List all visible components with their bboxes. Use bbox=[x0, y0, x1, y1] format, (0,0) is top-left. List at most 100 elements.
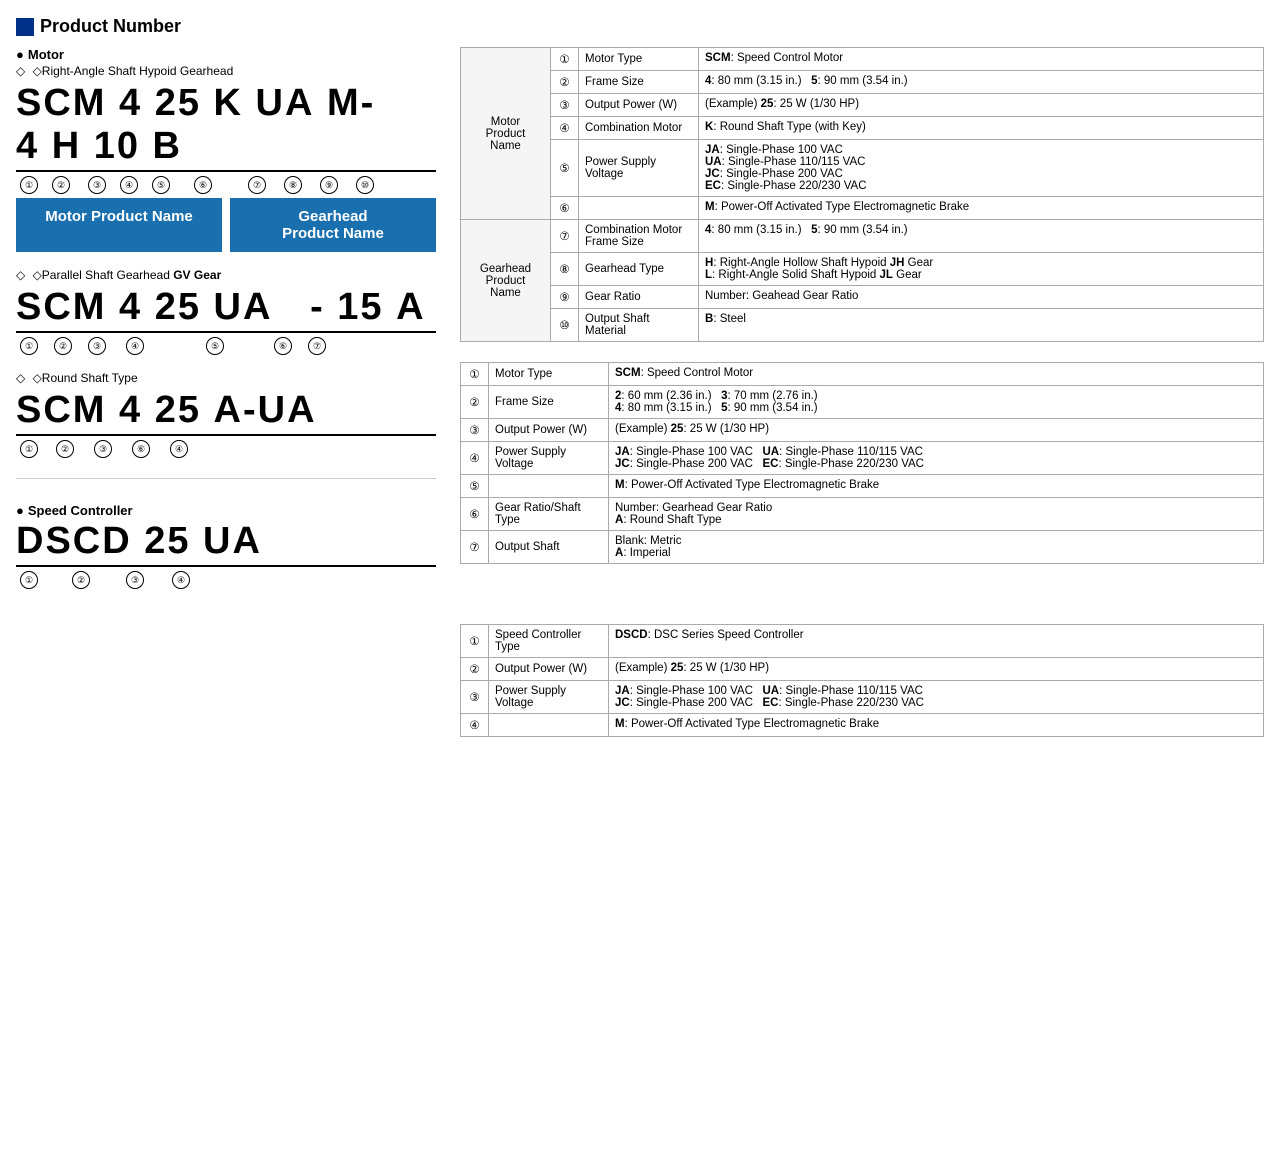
right-angle-code: SCM 4 25 K UA M-4 H 10 B bbox=[16, 82, 375, 167]
table-row: MotorProductName ① Motor Type SCM: Speed… bbox=[461, 48, 1264, 71]
table-row: ④ M: Power-Off Activated Type Electromag… bbox=[461, 714, 1264, 737]
p-circle-7: ⑦ bbox=[308, 337, 326, 355]
num-cell: ① bbox=[551, 48, 579, 71]
right-angle-code-section: SCM 4 25 K UA M-4 H 10 B ① ② ③ ④ ⑤ ⑥ ⑦ ⑧… bbox=[16, 82, 436, 252]
num-cell: ④ bbox=[461, 714, 489, 737]
table-row: ③ Output Power (W) (Example) 25: 25 W (1… bbox=[461, 419, 1264, 442]
r-circle-4: ④ bbox=[170, 440, 188, 458]
key-cell: Speed ControllerType bbox=[489, 625, 609, 658]
gearhead-product-name-group: GearheadProductName bbox=[461, 220, 551, 342]
s-circle-2: ② bbox=[72, 571, 90, 589]
key-cell bbox=[579, 197, 699, 220]
p-circle-3: ③ bbox=[88, 337, 106, 355]
num-cell: ① bbox=[461, 363, 489, 386]
parallel-table: ① Motor Type SCM: Speed Control Motor ② … bbox=[460, 362, 1264, 564]
num-cell: ② bbox=[461, 386, 489, 419]
num-cell: ① bbox=[461, 625, 489, 658]
table-row: ⑤ M: Power-Off Activated Type Electromag… bbox=[461, 475, 1264, 498]
round-shaft-code-section: SCM 4 25 A-UA ① ② ③ ⑥ ④ bbox=[16, 389, 436, 458]
speed-circles: ① ② ③ ④ bbox=[16, 571, 436, 589]
circle-9: ⑨ bbox=[320, 176, 338, 194]
table-row: ② Frame Size 2: 60 mm (2.36 in.) 3: 70 m… bbox=[461, 386, 1264, 419]
value-cell: SCM: Speed Control Motor bbox=[609, 363, 1264, 386]
value-cell: B: Steel bbox=[699, 309, 1264, 342]
num-cell: ③ bbox=[551, 94, 579, 117]
table-row: ③ Output Power (W) (Example) 25: 25 W (1… bbox=[461, 94, 1264, 117]
key-cell: Power Supply Voltage bbox=[579, 140, 699, 197]
num-cell: ⑦ bbox=[551, 220, 579, 253]
key-cell: Frame Size bbox=[489, 386, 609, 419]
table-row: ⑤ Power Supply Voltage JA: Single-Phase … bbox=[461, 140, 1264, 197]
table-row: ⑥ M: Power-Off Activated Type Electromag… bbox=[461, 197, 1264, 220]
table-row: ① Speed ControllerType DSCD: DSC Series … bbox=[461, 625, 1264, 658]
value-cell: Number: Geahead Gear Ratio bbox=[699, 286, 1264, 309]
table-row: ⑧ Gearhead Type H: Right-Angle Hollow Sh… bbox=[461, 253, 1264, 286]
value-cell: K: Round Shaft Type (with Key) bbox=[699, 117, 1264, 140]
num-cell: ② bbox=[461, 658, 489, 681]
right-angle-circles: ① ② ③ ④ ⑤ ⑥ ⑦ ⑧ ⑨ ⑩ bbox=[16, 176, 436, 194]
table-row: GearheadProductName ⑦ Combination MotorF… bbox=[461, 220, 1264, 253]
num-cell: ③ bbox=[461, 681, 489, 714]
motor-product-name-group: MotorProductName bbox=[461, 48, 551, 220]
value-cell: M: Power-Off Activated Type Electromagne… bbox=[699, 197, 1264, 220]
key-cell: Power Supply Voltage bbox=[489, 442, 609, 475]
table-row: ⑨ Gear Ratio Number: Geahead Gear Ratio bbox=[461, 286, 1264, 309]
circle-6: ⑥ bbox=[194, 176, 212, 194]
parallel-code: SCM 4 25 UA - 15 A bbox=[16, 286, 426, 328]
value-cell: JA: Single-Phase 100 VAC UA: Single-Phas… bbox=[609, 442, 1264, 475]
value-cell: (Example) 25: 25 W (1/30 HP) bbox=[699, 94, 1264, 117]
key-cell: Motor Type bbox=[579, 48, 699, 71]
key-cell bbox=[489, 475, 609, 498]
key-cell: Combination MotorFrame Size bbox=[579, 220, 699, 253]
circle-5: ⑤ bbox=[152, 176, 170, 194]
table-row: ④ Combination Motor K: Round Shaft Type … bbox=[461, 117, 1264, 140]
speed-controller-section: Speed Controller DSCD 25 UA ① ② ③ ④ bbox=[16, 503, 436, 589]
key-cell: Gear Ratio bbox=[579, 286, 699, 309]
circle-3: ③ bbox=[88, 176, 106, 194]
table-row: ② Frame Size 4: 80 mm (3.15 in.) 5: 90 m… bbox=[461, 71, 1264, 94]
parallel-label: ◇Parallel Shaft Gearhead GV Gear bbox=[16, 268, 436, 282]
motor-product-name-box: Motor Product Name bbox=[16, 198, 222, 252]
num-cell: ⑥ bbox=[551, 197, 579, 220]
s-circle-4: ④ bbox=[172, 571, 190, 589]
label-boxes: Motor Product Name Gearhead Product Name bbox=[16, 198, 436, 252]
num-cell: ⑩ bbox=[551, 309, 579, 342]
value-cell: 4: 80 mm (3.15 in.) 5: 90 mm (3.54 in.) bbox=[699, 220, 1264, 253]
key-cell: Output Power (W) bbox=[579, 94, 699, 117]
r-circle-6: ⑥ bbox=[132, 440, 150, 458]
table-row: ④ Power Supply Voltage JA: Single-Phase … bbox=[461, 442, 1264, 475]
round-shaft-circles: ① ② ③ ⑥ ④ bbox=[16, 440, 436, 458]
value-cell: (Example) 25: 25 W (1/30 HP) bbox=[609, 658, 1264, 681]
section-title: Product Number bbox=[16, 16, 1264, 37]
right-angle-label: ◇Right-Angle Shaft Hypoid Gearhead bbox=[16, 64, 436, 78]
value-cell: DSCD: DSC Series Speed Controller bbox=[609, 625, 1264, 658]
page-container: Product Number Motor ◇Right-Angle Shaft … bbox=[16, 16, 1264, 757]
key-cell: Output Shaft bbox=[489, 531, 609, 564]
key-cell: Output Power (W) bbox=[489, 658, 609, 681]
section-title-text: Product Number bbox=[40, 16, 181, 37]
left-column: Motor ◇Right-Angle Shaft Hypoid Gearhead… bbox=[16, 47, 436, 605]
circle-10: ⑩ bbox=[356, 176, 374, 194]
right-column: MotorProductName ① Motor Type SCM: Speed… bbox=[460, 47, 1264, 757]
circle-1: ① bbox=[20, 176, 38, 194]
num-cell: ⑤ bbox=[551, 140, 579, 197]
key-cell: Gearhead Type bbox=[579, 253, 699, 286]
round-shaft-code: SCM 4 25 A-UA bbox=[16, 389, 317, 431]
num-cell: ④ bbox=[551, 117, 579, 140]
p-circle-5: ⑤ bbox=[206, 337, 224, 355]
parallel-code-section: SCM 4 25 UA - 15 A ① ② ③ ④ ⑤ ⑥ ⑦ bbox=[16, 286, 436, 355]
num-cell: ④ bbox=[461, 442, 489, 475]
value-cell: M: Power-Off Activated Type Electromagne… bbox=[609, 714, 1264, 737]
num-cell: ⑧ bbox=[551, 253, 579, 286]
circle-2: ② bbox=[52, 176, 70, 194]
speed-controller-table: ① Speed ControllerType DSCD: DSC Series … bbox=[460, 624, 1264, 737]
r-circle-2: ② bbox=[56, 440, 74, 458]
value-cell: 2: 60 mm (2.36 in.) 3: 70 mm (2.76 in.) … bbox=[609, 386, 1264, 419]
speed-code: DSCD 25 UA bbox=[16, 520, 262, 562]
key-cell: Power Supply Voltage bbox=[489, 681, 609, 714]
circle-8: ⑧ bbox=[284, 176, 302, 194]
key-cell: Output Shaft Material bbox=[579, 309, 699, 342]
p-circle-2: ② bbox=[54, 337, 72, 355]
motor-label: Motor bbox=[16, 47, 436, 62]
key-cell: Frame Size bbox=[579, 71, 699, 94]
